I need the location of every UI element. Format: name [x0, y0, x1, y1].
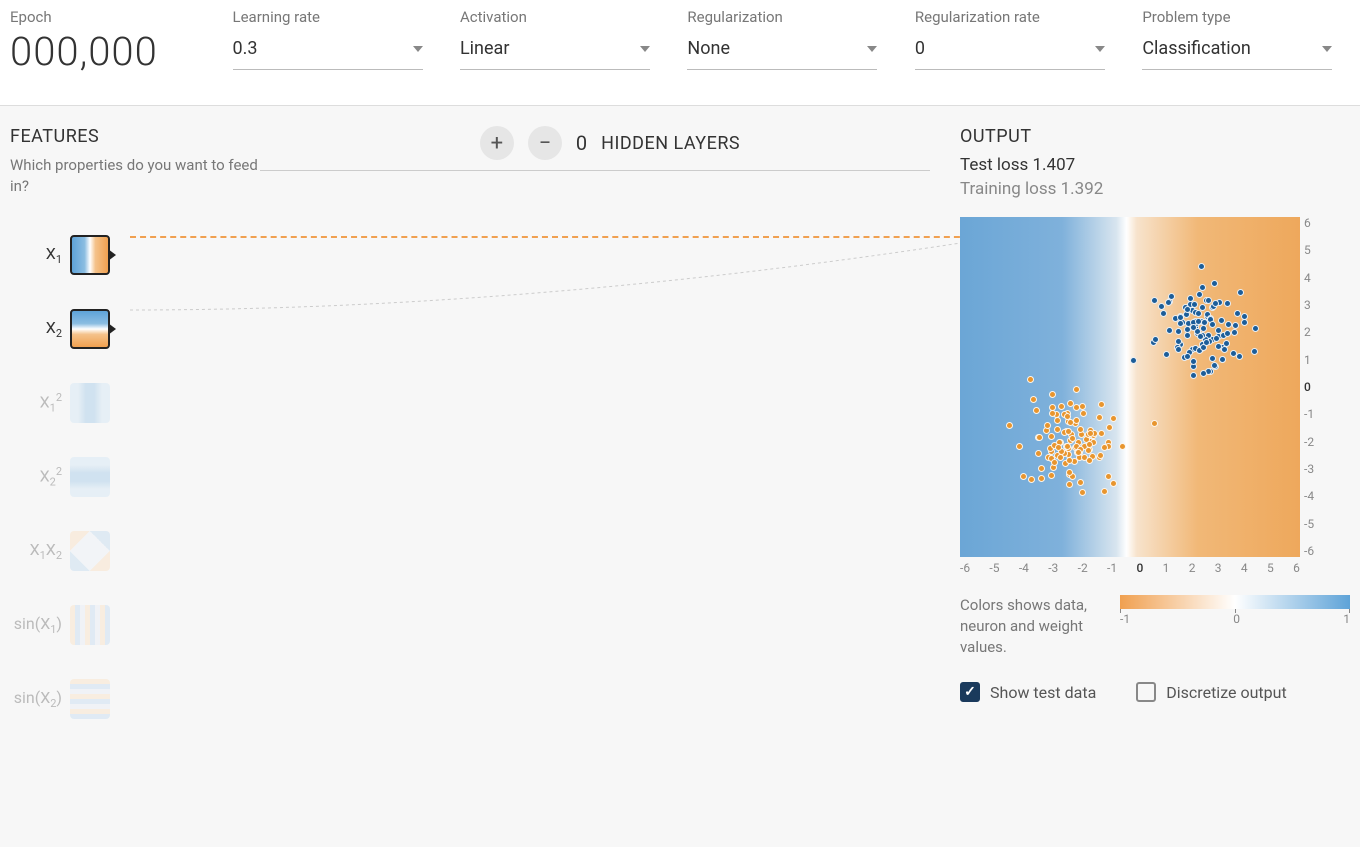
chevron-down-icon [1095, 46, 1105, 52]
chevron-down-icon [413, 46, 423, 52]
reg-rate-label: Regularization rate [915, 8, 1142, 26]
feature-label-sinx2: sin(X2) [10, 688, 70, 710]
features-subtitle: Which properties do you want to feed in? [10, 155, 260, 197]
chevron-down-icon [640, 46, 650, 52]
chevron-down-icon [1322, 46, 1332, 52]
legend-ticks: -101 [1120, 612, 1350, 626]
feature-label-x2sq: X22 [10, 465, 70, 489]
reg-label: Regularization [687, 8, 914, 26]
feature-sin-x2[interactable] [70, 679, 110, 719]
discretize-output-checkbox[interactable]: Discretize output [1136, 682, 1286, 702]
activation-select[interactable]: Linear [460, 28, 650, 70]
lr-label: Learning rate [233, 8, 460, 26]
feature-label-x1x2: X1X2 [10, 540, 70, 562]
feature-label-x2: X2 [10, 318, 70, 340]
hidden-layers-count: 0 [576, 131, 587, 155]
learning-rate-select[interactable]: 0.3 [233, 28, 423, 70]
epoch-value: 000,000 [10, 28, 233, 75]
chevron-down-icon [867, 46, 877, 52]
output-title: OUTPUT [960, 126, 1350, 147]
remove-layer-button[interactable]: − [528, 126, 562, 160]
axis-x: -6-5-4-3-2-10123456 [960, 561, 1300, 575]
hidden-layers-label: HIDDEN LAYERS [601, 133, 740, 154]
feature-label-x1sq: X12 [10, 391, 70, 415]
axis-y: 6543210-1-2-3-4-5-6 [1304, 217, 1314, 557]
weight-wire-x1[interactable] [130, 236, 980, 238]
add-layer-button[interactable]: + [480, 126, 514, 160]
feature-x1x2[interactable] [70, 531, 110, 571]
epoch-label: Epoch [10, 8, 233, 26]
feature-x2[interactable] [70, 309, 110, 349]
regularization-rate-select[interactable]: 0 [915, 28, 1105, 70]
feature-x2-squared[interactable] [70, 457, 110, 497]
hidden-rule [260, 170, 930, 171]
features-title: FEATURES [10, 126, 260, 147]
color-legend-bar [1120, 595, 1350, 609]
feature-x1-squared[interactable] [70, 383, 110, 423]
test-loss: Test loss 1.407 [960, 155, 1350, 175]
training-loss: Training loss 1.392 [960, 179, 1350, 199]
legend-text: Colors shows data, neuron and weight val… [960, 595, 1100, 658]
activation-label: Activation [460, 8, 687, 26]
checkbox-icon [1136, 682, 1156, 702]
feature-label-x1: X1 [10, 244, 70, 266]
feature-sin-x1[interactable] [70, 605, 110, 645]
feature-x1[interactable] [70, 235, 110, 275]
output-heatmap[interactable] [960, 217, 1300, 557]
show-test-data-checkbox[interactable]: Show test data [960, 682, 1096, 702]
regularization-select[interactable]: None [687, 28, 877, 70]
problem-label: Problem type [1142, 8, 1350, 26]
checkbox-icon [960, 682, 980, 702]
problem-type-select[interactable]: Classification [1142, 28, 1332, 70]
feature-label-sinx1: sin(X1) [10, 614, 70, 636]
